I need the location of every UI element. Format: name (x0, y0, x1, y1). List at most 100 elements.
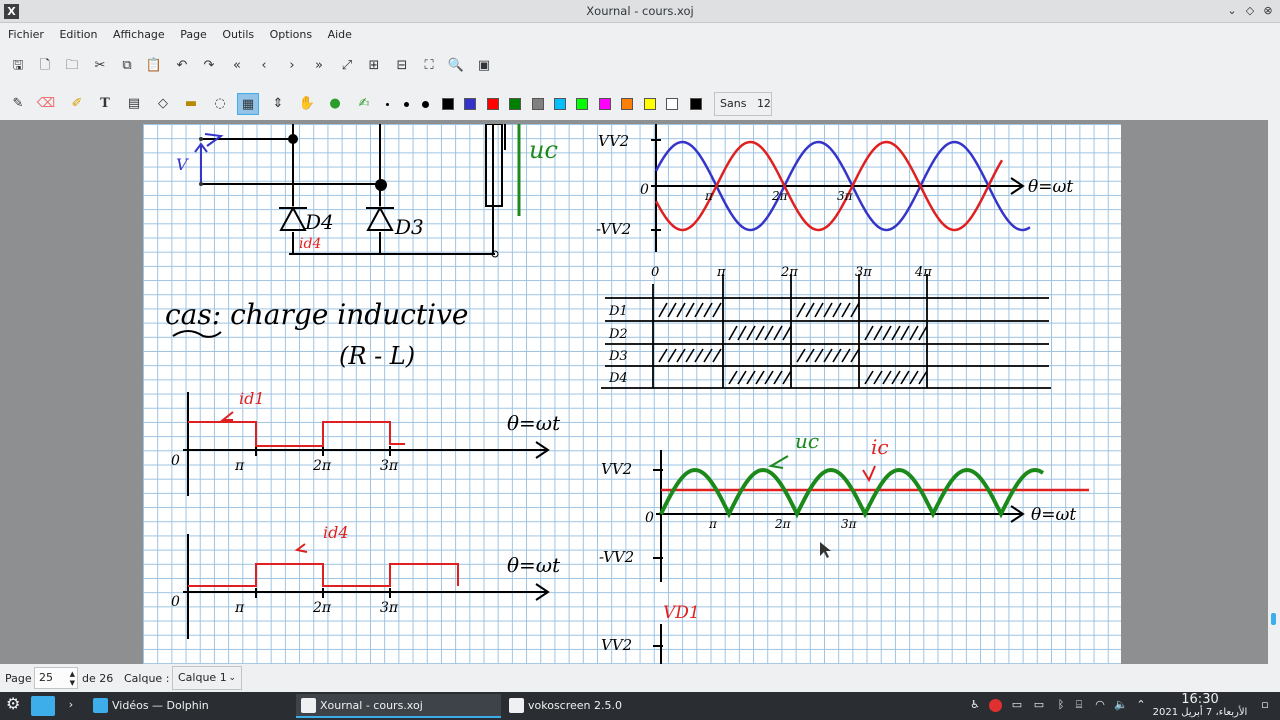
shape-icon[interactable]: ◇ (152, 93, 174, 115)
canvas-area[interactable]: V D4 D3 id4 uc cas: charge inductive (R … (0, 120, 1268, 664)
menu-affichage[interactable]: Affichage (109, 23, 169, 47)
close-icon[interactable]: ⊗ (1260, 3, 1276, 19)
clipboard-icon[interactable]: ▭ (1010, 698, 1024, 712)
spin-up-icon[interactable]: ▲ (70, 670, 75, 678)
menu-page[interactable]: Page (176, 23, 211, 47)
device-icon[interactable]: ⌸ (1072, 698, 1086, 712)
folder-icon[interactable] (31, 696, 55, 716)
task-vokoscreen[interactable]: vokoscreen 2.5.0 (504, 694, 709, 718)
text-icon[interactable]: T (94, 93, 116, 115)
minus-vv2-label: -VV2 (599, 548, 634, 566)
copy-icon[interactable]: ⧉ (116, 55, 138, 77)
taskbar: ⚙ › Vidéos — Dolphin Xournal - cours.xoj… (0, 692, 1280, 720)
menu-options[interactable]: Options (266, 23, 316, 47)
zoom-out-icon[interactable]: ⊟ (391, 55, 413, 77)
shape-recognizer-icon[interactable]: ✍ (353, 93, 375, 115)
new-page-icon[interactable]: 🗋 (34, 55, 56, 77)
thin-pen-icon[interactable] (386, 103, 389, 106)
hand-icon[interactable]: ✋ (296, 93, 318, 115)
color-swatch[interactable] (576, 98, 588, 110)
hatch-stroke (703, 348, 713, 363)
color-swatch[interactable] (464, 98, 476, 110)
save-icon[interactable]: 🖫 (7, 55, 29, 77)
screen-icon[interactable]: ▣ (473, 55, 495, 77)
volume-icon[interactable]: 🔈 (1114, 698, 1128, 712)
color-swatch[interactable] (644, 98, 656, 110)
menu-edition[interactable]: Edition (55, 23, 101, 47)
previous-page-icon[interactable]: ‹ (253, 55, 275, 77)
find-icon[interactable]: 🔍 (445, 55, 467, 77)
highlighter-icon[interactable]: ✐ (66, 93, 88, 115)
maximize-icon[interactable]: ◇ (1242, 3, 1258, 19)
redo-icon[interactable]: ↷ (198, 55, 220, 77)
paste-icon[interactable]: 📋 (143, 55, 165, 77)
hatch-stroke (900, 370, 910, 385)
menu-fichier[interactable]: Fichier (4, 23, 48, 47)
pen-icon[interactable]: ✎ (7, 93, 29, 115)
menu-outils[interactable]: Outils (218, 23, 258, 47)
undo-icon[interactable]: ↶ (171, 55, 193, 77)
window-title: Xournal - cours.xoj (586, 4, 694, 18)
pi-label: π (234, 600, 245, 616)
two-pi-label: 2π (312, 458, 332, 474)
zoom-fit-icon[interactable]: ⤢ (336, 55, 358, 77)
color-swatch[interactable] (666, 98, 678, 110)
color-swatch[interactable] (532, 98, 544, 110)
hatch-stroke (891, 370, 901, 385)
color-swatch[interactable] (442, 98, 454, 110)
hatch-stroke (864, 370, 874, 385)
task-xournal[interactable]: Xournal - cours.xoj (296, 694, 501, 718)
spin-down-icon[interactable]: ▼ (70, 679, 75, 687)
note-page[interactable]: V D4 D3 id4 uc cas: charge inductive (R … (143, 124, 1121, 664)
select-rect-icon[interactable]: ▦ (237, 93, 259, 115)
eraser-icon[interactable]: ⌫ (35, 93, 57, 115)
layer-select[interactable]: Calque 1 ⌄ (172, 666, 242, 690)
font-selector[interactable]: Sans 12 (714, 92, 772, 116)
color-swatch[interactable] (487, 98, 499, 110)
record-icon[interactable] (989, 699, 1002, 712)
minimize-icon[interactable]: ⌄ (1224, 3, 1240, 19)
color-swatch[interactable] (599, 98, 611, 110)
battery-icon[interactable]: ▭ (1032, 698, 1046, 712)
color-swatch[interactable] (621, 98, 633, 110)
zoom-in-icon[interactable]: ⊞ (363, 55, 385, 77)
chevron-right-icon[interactable]: › (64, 698, 78, 712)
two-pi-label: 2π (771, 189, 789, 203)
open-folder-icon[interactable]: 🗀 (61, 55, 83, 77)
scrollbar-thumb[interactable] (1271, 613, 1276, 625)
thick-pen-icon[interactable] (422, 101, 429, 108)
fullscreen-icon[interactable]: ⛶ (418, 55, 440, 77)
zero-label: 0 (651, 265, 659, 280)
vertical-space-icon[interactable]: ⇕ (267, 93, 289, 115)
vertical-scrollbar[interactable] (1268, 120, 1280, 664)
last-page-icon[interactable]: » (308, 55, 330, 77)
wifi-icon[interactable]: ◠ (1093, 698, 1107, 712)
accessibility-icon[interactable]: ♿ (968, 698, 982, 712)
cut-icon[interactable]: ✂ (89, 55, 111, 77)
node-dot (288, 134, 298, 144)
menu-aide[interactable]: Aide (324, 23, 356, 47)
first-page-icon[interactable]: « (226, 55, 248, 77)
hatch-stroke (712, 348, 722, 363)
bluetooth-icon[interactable]: ᛒ (1054, 698, 1068, 712)
app-launcher-icon[interactable]: ⚙ (6, 696, 20, 712)
task-dolphin[interactable]: Vidéos — Dolphin (88, 694, 293, 718)
lasso-icon[interactable]: ◌ (209, 93, 231, 115)
color-swatch[interactable] (509, 98, 521, 110)
three-pi-label: 3π (837, 189, 854, 203)
next-page-icon[interactable]: › (281, 55, 303, 77)
uc-rectified (659, 467, 1045, 519)
clock[interactable]: 16:30 الأربعاء، 7 أبريل 2021 (1150, 693, 1250, 719)
medium-pen-icon[interactable] (404, 102, 409, 107)
ruler-icon[interactable]: ▬ (180, 93, 202, 115)
hatch-stroke (850, 302, 860, 318)
color-swatch[interactable] (690, 98, 702, 110)
page-number-input[interactable]: 25 ▲ ▼ (34, 667, 78, 689)
tray-expand-icon[interactable]: ⌃ (1134, 698, 1148, 712)
task-label: Xournal - cours.xoj (320, 699, 423, 712)
image-icon[interactable]: ▤ (123, 93, 145, 115)
default-tool-icon[interactable]: ● (324, 93, 346, 115)
id4-waveform (188, 563, 459, 587)
color-swatch[interactable] (554, 98, 566, 110)
show-desktop-icon[interactable]: ▫ (1258, 698, 1272, 712)
